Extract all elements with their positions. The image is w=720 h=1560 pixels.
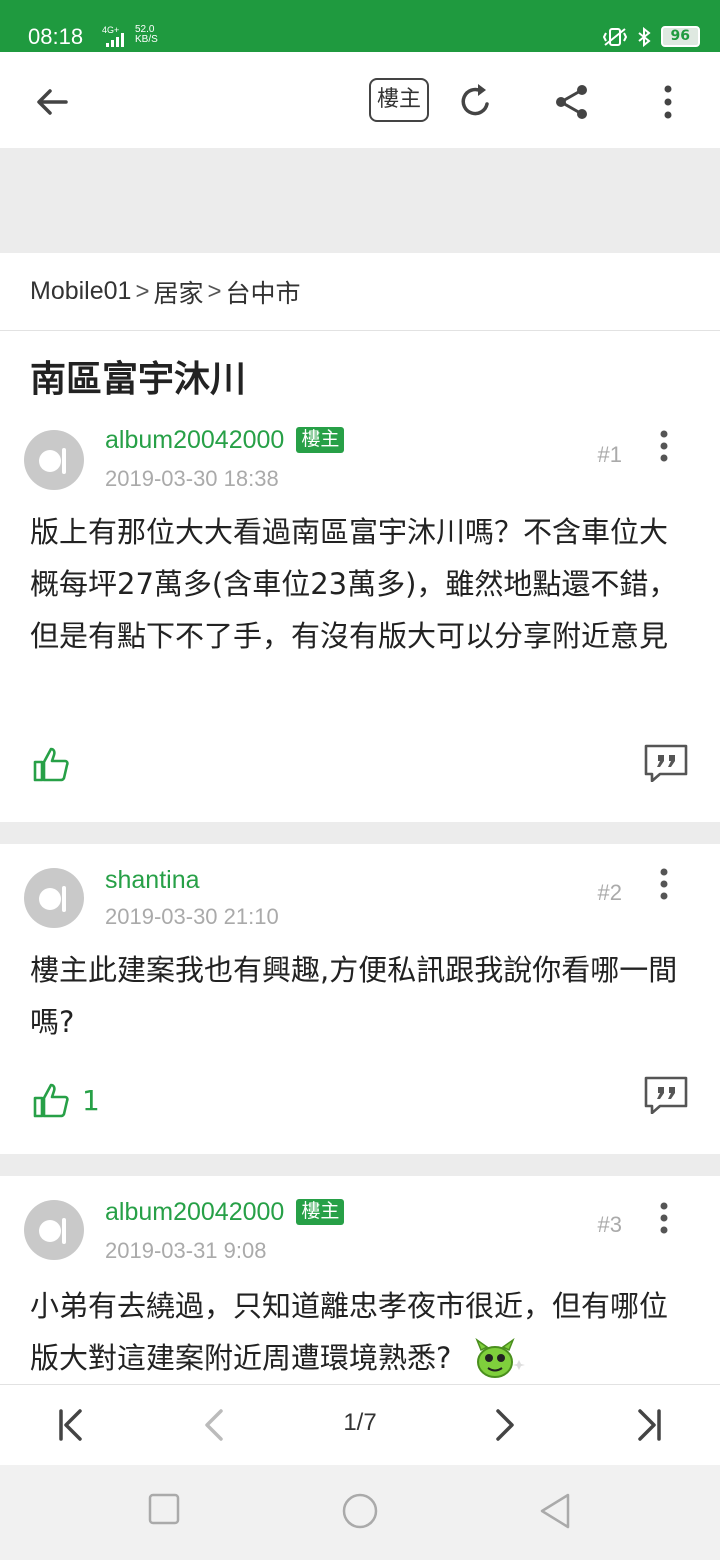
first-page-icon[interactable]	[50, 1405, 90, 1445]
status-bar: 08:18 4G+ 52.0 KB/S 96	[0, 0, 720, 52]
author-name[interactable]: shantina	[105, 866, 200, 894]
post-more-icon[interactable]	[652, 1200, 676, 1236]
share-icon[interactable]	[550, 80, 594, 124]
network-speed: 52.0 KB/S	[135, 25, 158, 45]
bluetooth-icon	[637, 26, 651, 47]
author-name[interactable]: album20042000	[105, 1198, 284, 1226]
post-content: 樓主此建案我也有興趣,方便私訊跟我說你看哪一間嗎?	[30, 953, 678, 1039]
post-divider	[0, 1154, 720, 1176]
like-button[interactable]	[32, 746, 82, 782]
post-content: 版上有那位大大看過南區富宇沐川嗎？不含車位大概每坪27萬多(含車位23萬多)，雖…	[30, 515, 678, 653]
battery-indicator: 96	[660, 26, 700, 47]
like-button[interactable]: 1	[32, 1082, 100, 1118]
post-author[interactable]: album20042000 樓主	[105, 426, 345, 455]
owner-only-button[interactable]: 樓主	[369, 78, 429, 122]
smiley-emoticon-icon	[474, 1337, 525, 1378]
like-count: 1	[82, 1083, 100, 1117]
avatar[interactable]	[24, 1200, 84, 1260]
system-nav-bar	[0, 1465, 720, 1560]
page-indicator[interactable]: 1/7	[320, 1409, 400, 1437]
refresh-icon[interactable]	[454, 80, 498, 124]
prev-page-icon[interactable]	[195, 1405, 235, 1445]
post-content: 小弟有去繞過，只知道離忠孝夜市很近，但有哪位版大對這建案附近周遭環境熟悉?	[30, 1280, 695, 1384]
chevron-right-icon: >	[135, 277, 150, 305]
author-name[interactable]: album20042000	[105, 426, 284, 454]
breadcrumb-item-forum[interactable]: 台中市	[226, 274, 301, 310]
next-page-icon[interactable]	[484, 1405, 524, 1445]
owner-badge: 樓主	[296, 427, 345, 453]
speed-unit: KB/S	[135, 34, 158, 45]
nav-recents-icon[interactable]	[148, 1493, 180, 1525]
post-item: shantina 2019-03-30 21:10 #2 樓主此建案我也有興趣,…	[0, 844, 720, 1154]
post-more-icon[interactable]	[652, 428, 676, 464]
top-toolbar: 樓主	[0, 52, 720, 149]
post-author[interactable]: shantina	[105, 866, 200, 895]
post-item: album20042000 樓主 2019-03-30 18:38 #1 版上有那…	[0, 410, 720, 822]
breadcrumb: Mobile01 > 居家 > 台中市	[0, 253, 720, 331]
owner-badge: 樓主	[296, 1199, 345, 1225]
chevron-right-icon: >	[207, 277, 222, 305]
post-floor: #2	[597, 880, 622, 905]
back-arrow-icon[interactable]	[30, 80, 74, 124]
thumbs-up-icon	[33, 1083, 69, 1118]
quote-icon[interactable]	[644, 1076, 688, 1114]
post-floor: #3	[597, 1212, 622, 1237]
avatar[interactable]	[24, 868, 84, 928]
post-floor: #1	[597, 442, 622, 467]
ad-banner-placeholder	[0, 148, 720, 253]
avatar[interactable]	[24, 430, 84, 490]
default-avatar-icon	[39, 886, 66, 912]
signal-icon	[106, 33, 124, 47]
quote-icon[interactable]	[644, 744, 688, 782]
vibrate-icon	[602, 27, 627, 46]
breadcrumb-item-site[interactable]: Mobile01	[30, 277, 131, 306]
post-author[interactable]: album20042000 樓主	[105, 1198, 345, 1227]
post-time: 2019-03-30 21:10	[105, 904, 279, 929]
default-avatar-icon	[39, 448, 66, 474]
post-time: 2019-03-31 9:08	[105, 1238, 267, 1263]
nav-back-icon[interactable]	[538, 1493, 572, 1529]
post-time: 2019-03-30 18:38	[105, 466, 279, 491]
pagination-bar: 1/7	[0, 1384, 720, 1465]
post-item: album20042000 樓主 2019-03-31 9:08 #3 小弟有去繞…	[0, 1176, 720, 1384]
more-vert-icon[interactable]	[646, 80, 690, 124]
default-avatar-icon	[39, 1218, 66, 1244]
post-more-icon[interactable]	[652, 866, 676, 902]
post-content-text: 小弟有去繞過，只知道離忠孝夜市很近，但有哪位版大對這建案附近周遭環境熟悉?	[30, 1289, 669, 1375]
last-page-icon[interactable]	[630, 1405, 670, 1445]
thread-title: 南區富宇沐川	[30, 359, 247, 400]
nav-home-icon[interactable]	[340, 1493, 380, 1533]
thumbs-up-icon	[33, 747, 69, 782]
breadcrumb-item-category[interactable]: 居家	[153, 274, 203, 310]
post-divider	[0, 822, 720, 844]
status-time: 08:18	[28, 24, 84, 49]
